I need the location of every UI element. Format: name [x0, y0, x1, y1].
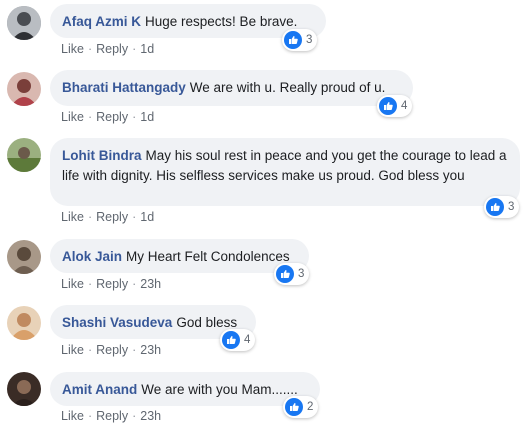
- reply-button[interactable]: Reply: [96, 210, 128, 224]
- separator: ·: [87, 409, 93, 423]
- reaction-count[interactable]: 4: [377, 95, 413, 117]
- comment-text: We are with you Mam.......: [141, 382, 298, 397]
- comment-author[interactable]: Shashi Vasudeva: [62, 315, 172, 330]
- comment-bubble: Amit Anand We are with you Mam.......: [50, 372, 320, 406]
- reply-button[interactable]: Reply: [96, 343, 128, 357]
- comment-actions: Like · Reply · 23h: [61, 408, 161, 424]
- comment-actions: Like · Reply · 23h: [61, 342, 161, 358]
- separator: ·: [132, 277, 137, 291]
- timestamp-link[interactable]: 1d: [140, 210, 154, 224]
- avatar[interactable]: [7, 240, 41, 274]
- comment-actions: Like · Reply · 1d: [61, 209, 154, 225]
- like-button[interactable]: Like: [61, 42, 84, 56]
- like-button[interactable]: Like: [61, 110, 84, 124]
- avatar[interactable]: [7, 372, 41, 406]
- comment-author[interactable]: Bharati Hattangady: [62, 80, 186, 95]
- reaction-count[interactable]: 3: [484, 196, 520, 218]
- reply-button[interactable]: Reply: [96, 42, 128, 56]
- separator: ·: [132, 110, 137, 124]
- comment-text: We are with u. Really proud of u.: [189, 80, 386, 95]
- comment-actions: Like · Reply · 1d: [61, 41, 154, 57]
- thumbs-up-icon: [276, 265, 294, 283]
- timestamp-link[interactable]: 23h: [140, 343, 161, 357]
- reaction-count[interactable]: 4: [220, 329, 256, 351]
- comment-bubble: Lohit Bindra May his soul rest in peace a…: [50, 138, 520, 206]
- comment-bubble: Bharati Hattangady We are with u. Really …: [50, 70, 413, 106]
- timestamp-link[interactable]: 1d: [140, 110, 154, 124]
- avatar[interactable]: [7, 306, 41, 340]
- reaction-count[interactable]: 3: [274, 263, 310, 285]
- comment-author[interactable]: Lohit Bindra: [62, 148, 142, 163]
- reaction-number: 3: [298, 268, 305, 280]
- comment-actions: Like · Reply · 23h: [61, 276, 161, 292]
- separator: ·: [87, 42, 93, 56]
- reaction-number: 4: [401, 100, 408, 112]
- comment-text: Huge respects! Be brave.: [145, 14, 298, 29]
- comment-actions: Like · Reply · 1d: [61, 109, 154, 125]
- reaction-number: 2: [307, 401, 314, 413]
- reaction-number: 3: [306, 34, 313, 46]
- comment-author[interactable]: Amit Anand: [62, 382, 137, 397]
- comment-text: God bless: [176, 315, 238, 330]
- comment-author[interactable]: Alok Jain: [62, 249, 122, 264]
- comment-author[interactable]: Afaq Azmi K: [62, 14, 141, 29]
- reaction-number: 3: [508, 201, 515, 213]
- reaction-count[interactable]: 3: [282, 29, 318, 51]
- thumbs-up-icon: [222, 331, 240, 349]
- timestamp-link[interactable]: 23h: [140, 409, 161, 423]
- avatar[interactable]: [7, 72, 41, 106]
- reaction-count[interactable]: 2: [283, 396, 319, 418]
- thumbs-up-icon: [486, 198, 504, 216]
- reply-button[interactable]: Reply: [96, 110, 128, 124]
- separator: ·: [87, 110, 93, 124]
- reaction-number: 4: [244, 334, 251, 346]
- thumbs-up-icon: [284, 31, 302, 49]
- comment-bubble: Alok Jain My Heart Felt Condolences: [50, 239, 309, 273]
- like-button[interactable]: Like: [61, 409, 84, 423]
- reply-button[interactable]: Reply: [96, 409, 128, 423]
- separator: ·: [87, 277, 93, 291]
- comment-text: My Heart Felt Condolences: [126, 249, 290, 264]
- like-button[interactable]: Like: [61, 210, 84, 224]
- like-button[interactable]: Like: [61, 277, 84, 291]
- separator: ·: [87, 210, 93, 224]
- thumbs-up-icon: [285, 398, 303, 416]
- timestamp-link[interactable]: 1d: [140, 42, 154, 56]
- avatar[interactable]: [7, 6, 41, 40]
- separator: ·: [132, 343, 137, 357]
- like-button[interactable]: Like: [61, 343, 84, 357]
- reply-button[interactable]: Reply: [96, 277, 128, 291]
- thumbs-up-icon: [379, 97, 397, 115]
- separator: ·: [132, 210, 137, 224]
- separator: ·: [132, 42, 137, 56]
- timestamp-link[interactable]: 23h: [140, 277, 161, 291]
- separator: ·: [87, 343, 93, 357]
- avatar[interactable]: [7, 138, 41, 172]
- separator: ·: [132, 409, 137, 423]
